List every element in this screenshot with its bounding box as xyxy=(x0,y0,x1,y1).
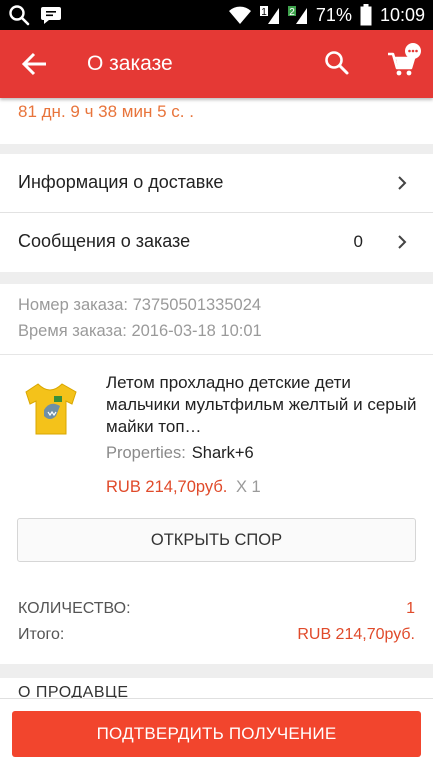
total-row: Итого: RUB 214,70руб. xyxy=(18,626,415,644)
quantity-value: 1 xyxy=(406,600,415,617)
product-price: RUB 214,70руб. xyxy=(106,478,228,496)
battery-level: 71% xyxy=(315,5,352,25)
signal-icon: 2 xyxy=(287,6,307,24)
tshirt-icon[interactable] xyxy=(18,376,82,440)
order-card: Номер заказа: 73750501335024 Время заказ… xyxy=(0,284,433,664)
total-label: Итого: xyxy=(18,626,65,643)
product-title[interactable]: Летом прохладно детские дети мальчики му… xyxy=(106,372,421,438)
clock: 10:09 xyxy=(379,5,425,25)
order-number: Номер заказа: 73750501335024 xyxy=(18,296,262,314)
confirm-receipt-button[interactable]: ПОДТВЕРДИТЬ ПОЛУЧЕНИЕ xyxy=(12,711,421,757)
product-quantity: X 1 xyxy=(235,478,261,496)
countdown-card: 81 дн. 9 ч 38 мин 5 с. . xyxy=(0,98,433,144)
quantity-label: КОЛИЧЕСТВО: xyxy=(18,600,131,617)
bottom-bar: ПОДТВЕРДИТЬ ПОЛУЧЕНИЕ xyxy=(0,698,433,770)
order-messages-row[interactable]: Сообщения о заказе 0 xyxy=(0,213,433,271)
countdown-timer: 81 дн. 9 ч 38 мин 5 с. . xyxy=(18,102,194,121)
search-icon[interactable] xyxy=(322,48,352,78)
divider xyxy=(0,354,433,355)
status-bar: 1 2 71% 10:09 xyxy=(0,0,433,30)
wifi-icon xyxy=(228,6,251,24)
back-arrow-icon[interactable] xyxy=(20,50,50,78)
product-properties: Properties: Shark+6 xyxy=(106,444,254,463)
properties-label: Properties: xyxy=(106,444,186,462)
chevron-right-icon xyxy=(398,176,407,190)
chat-icon xyxy=(41,7,61,24)
delivery-info-label: Информация о доставке xyxy=(18,172,224,192)
delivery-info-row[interactable]: Информация о доставке xyxy=(0,154,433,212)
order-time: Время заказа: 2016-03-18 10:01 xyxy=(18,322,262,340)
app-bar: О заказе xyxy=(0,30,433,98)
properties-value: Shark+6 xyxy=(191,444,254,462)
product-price-line: RUB 214,70руб. X 1 xyxy=(106,478,261,497)
seller-section-title: О ПРОДАВЦЕ xyxy=(18,684,129,698)
search-icon xyxy=(9,5,30,26)
chevron-right-icon xyxy=(398,235,407,249)
order-messages-label: Сообщения о заказе xyxy=(18,231,191,251)
seller-card[interactable]: О ПРОДАВЦЕ xyxy=(0,678,433,698)
order-details-scroll[interactable]: 81 дн. 9 ч 38 мин 5 с. . Информация о до… xyxy=(0,98,433,698)
quantity-row: КОЛИЧЕСТВО: 1 xyxy=(18,600,415,618)
page-title: О заказе xyxy=(87,52,173,75)
open-dispute-button[interactable]: ОТКРЫТЬ СПОР xyxy=(17,518,416,562)
svg-text:1: 1 xyxy=(261,7,267,18)
nav-card: Информация о доставке Сообщения о заказе… xyxy=(0,154,433,272)
cart-icon[interactable] xyxy=(384,42,424,82)
signal-icon: 1 xyxy=(259,6,279,24)
svg-text:2: 2 xyxy=(289,7,295,18)
battery-icon xyxy=(360,4,372,26)
total-value: RUB 214,70руб. xyxy=(297,626,415,643)
messages-count: 0 xyxy=(353,232,363,251)
